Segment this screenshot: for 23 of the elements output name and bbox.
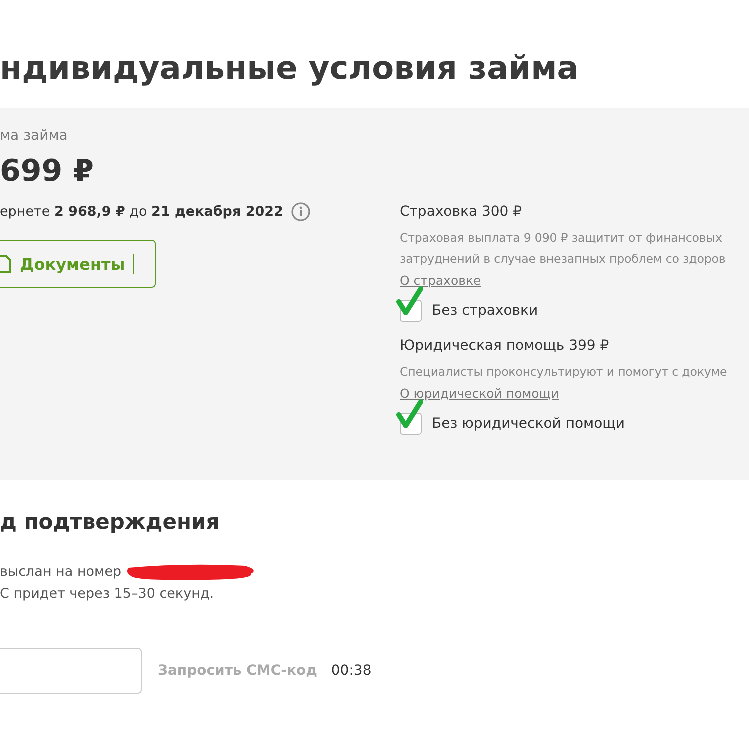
- loan-amount: 699 ₽: [0, 154, 95, 191]
- documents-button[interactable]: Документы: [0, 240, 156, 288]
- code-input-field[interactable]: [0, 648, 142, 694]
- document-icon: [0, 254, 12, 274]
- section-title: д подтверждения: [0, 510, 221, 534]
- countdown-timer: 00:38: [331, 663, 372, 679]
- option-link[interactable]: О юридической помощи: [400, 385, 560, 403]
- sent-text: выслан на номер: [0, 564, 122, 580]
- option-description: Специалисты проконсультируют и помогут с докуме: [400, 364, 728, 381]
- option-title: Страховка 300 ₽: [400, 204, 524, 220]
- check-icon: [396, 286, 424, 316]
- repayment-text: ернете 2 968,9 ₽ до 21 декабря 2022: [0, 204, 284, 220]
- check-icon: [396, 399, 424, 429]
- sms-note: С придет через 15–30 секунд.: [0, 586, 216, 602]
- option-link[interactable]: О страховке: [400, 272, 482, 290]
- option-title: Юридическая помощь 399 ₽: [400, 338, 610, 354]
- info-icon[interactable]: [291, 202, 312, 222]
- checkbox-label: Без юридической помощи: [432, 416, 625, 432]
- page-title: ндивидуальные условия займа: [0, 48, 580, 89]
- option-description: Страховая выплата 9 090 ₽ защитит от финансовых затруднений в случае внезапных проблем со здоров: [400, 230, 726, 268]
- request-code-button[interactable]: Запросить СМС-код: [158, 663, 318, 679]
- checkbox-label: Без страховки: [432, 303, 538, 319]
- loan-label: ма займа: [0, 128, 69, 146]
